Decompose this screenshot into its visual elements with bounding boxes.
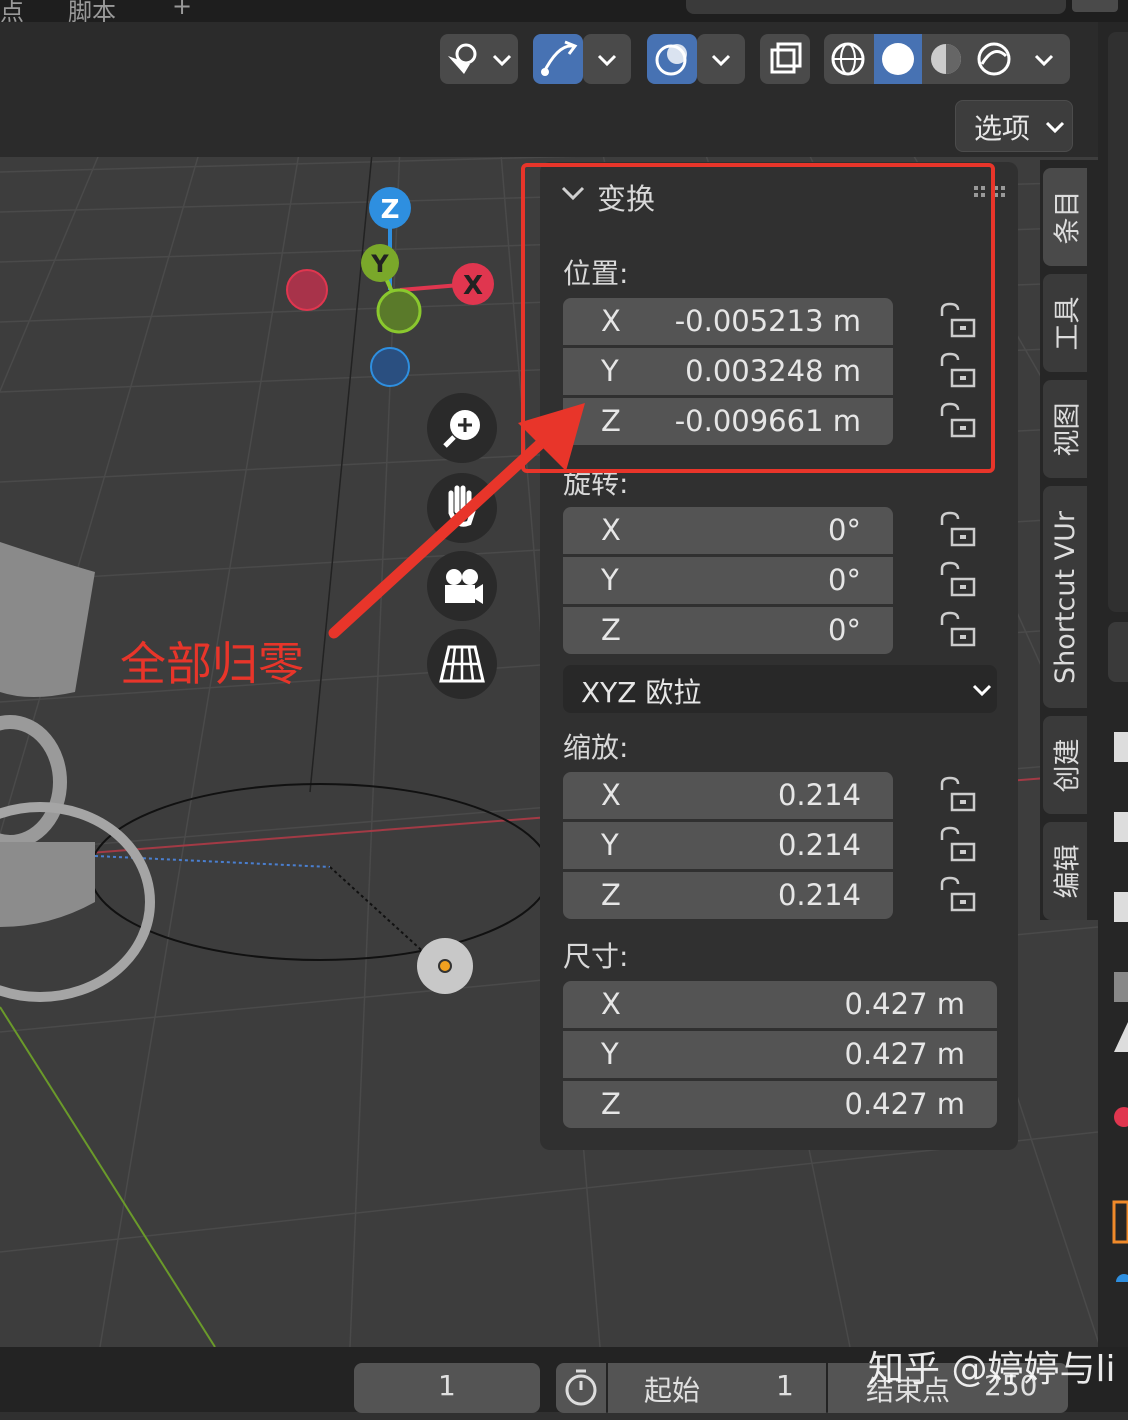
field-value: 0.214: [777, 778, 861, 812]
gizmo-z-label: Z: [381, 195, 400, 225]
rotation-mode-value: XYZ 欧拉: [581, 676, 702, 709]
start-value: 1: [776, 1369, 794, 1402]
chevron-down-icon: [1045, 121, 1065, 134]
axis-label: X: [601, 513, 621, 547]
field-value: 0.214: [777, 828, 861, 862]
field-value: 0.427 m: [844, 987, 966, 1021]
search-field[interactable]: [686, 0, 1066, 14]
scale-label: 缩放:: [563, 731, 629, 764]
tab-item[interactable]: 条目: [1043, 168, 1087, 266]
tab-tool[interactable]: 工具: [1043, 274, 1087, 372]
xray-icon: [770, 42, 802, 74]
gizmo-dropdown[interactable]: [583, 34, 631, 84]
current-frame-value: 1: [438, 1369, 456, 1402]
chevron-down-icon: [972, 684, 992, 697]
material-shading-button[interactable]: [922, 34, 970, 84]
shading-mode-group: [824, 34, 1070, 84]
rotation-x-field[interactable]: X 0°: [563, 507, 893, 554]
options-label: 选项: [974, 112, 1031, 145]
annotation-text: 全部归零: [120, 637, 304, 691]
lock-icon[interactable]: [938, 561, 978, 601]
dimension-y-field[interactable]: Y 0.427 m: [563, 1031, 997, 1078]
start-label: 起始: [644, 1374, 701, 1407]
rotation-z-field[interactable]: Z 0°: [563, 607, 893, 654]
axis-label: X: [601, 778, 621, 812]
rotation-mode-select[interactable]: XYZ 欧拉: [563, 665, 997, 713]
rotation-y-field[interactable]: Y 0°: [563, 557, 893, 604]
axis-label: Y: [601, 1037, 619, 1071]
xray-toggle[interactable]: [760, 34, 810, 84]
overlay-dropdown[interactable]: [697, 34, 745, 84]
navigation-gizmo[interactable]: Z Y X: [280, 180, 510, 400]
stopwatch-icon: [565, 1369, 597, 1406]
field-value: 0°: [828, 513, 861, 547]
axis-label: Z: [601, 878, 621, 912]
axis-label: Y: [601, 828, 619, 862]
annotation-arrow: [328, 403, 585, 639]
chevron-down-icon: [711, 54, 731, 67]
field-value: 0.427 m: [844, 1037, 966, 1071]
top-bar: 点 脚本 +: [0, 0, 1128, 26]
adjacent-panel: [1108, 622, 1128, 682]
toolbar-icons[interactable]: [1110, 722, 1128, 1282]
lock-icon[interactable]: [938, 876, 978, 916]
field-value: 0.427 m: [844, 1087, 966, 1121]
eye-pointer-icon: [448, 43, 512, 74]
tab-label: 编辑: [1052, 844, 1084, 898]
rendered-shading-button[interactable]: [970, 34, 1018, 84]
watermark: 知乎 @婷婷与li: [868, 1349, 1116, 1390]
tab-label: 工具: [1052, 296, 1084, 350]
scale-y-field[interactable]: Y 0.214: [563, 822, 893, 869]
tab-label: 视图: [1052, 402, 1084, 456]
current-frame-field[interactable]: 1: [354, 1363, 540, 1413]
start-frame-field[interactable]: 起始 1: [608, 1363, 826, 1413]
add-workspace-tab[interactable]: +: [172, 0, 192, 20]
auto-keying-button[interactable]: [556, 1363, 606, 1413]
adjacent-panel: [1108, 32, 1128, 612]
chevron-down-icon: [597, 54, 617, 67]
wireframe-shading-button[interactable]: [824, 34, 872, 84]
tab-label: 条目: [1052, 190, 1084, 244]
lock-icon[interactable]: [938, 611, 978, 651]
gizmo-toggle[interactable]: [533, 34, 583, 84]
visibility-toggle[interactable]: [440, 34, 518, 84]
field-value: 0°: [828, 613, 861, 647]
overlay-icon: [655, 44, 687, 76]
overlay-toggle[interactable]: [647, 34, 697, 84]
axis-label: Y: [601, 563, 619, 597]
dimension-x-field[interactable]: X 0.427 m: [563, 981, 997, 1028]
tab-shortcut-vur[interactable]: Shortcut VUr: [1043, 486, 1087, 708]
lock-icon[interactable]: [938, 776, 978, 816]
scale-z-field[interactable]: Z 0.214: [563, 872, 893, 919]
dimension-z-field[interactable]: Z 0.427 m: [563, 1081, 997, 1128]
lock-icon[interactable]: [938, 826, 978, 866]
window-button[interactable]: [1072, 0, 1118, 12]
shading-dropdown[interactable]: [1020, 34, 1070, 84]
solid-shading-button[interactable]: [874, 34, 922, 84]
tab-view[interactable]: 视图: [1043, 380, 1087, 478]
axis-label: X: [601, 987, 621, 1021]
tab-create[interactable]: 创建: [1043, 716, 1087, 814]
dimensions-label: 尺寸:: [563, 940, 629, 973]
scale-x-field[interactable]: X 0.214: [563, 772, 893, 819]
adjacent-editor: [1098, 22, 1128, 1347]
field-value: 0°: [828, 563, 861, 597]
axis-label: Z: [601, 1087, 621, 1121]
field-value: 0.214: [777, 878, 861, 912]
gizmo-y-label: Y: [370, 250, 389, 278]
options-dropdown[interactable]: 选项: [955, 100, 1073, 152]
tab-edit[interactable]: 编辑: [1043, 822, 1087, 920]
lock-icon[interactable]: [938, 511, 978, 551]
tab-label: Shortcut VUr: [1049, 510, 1081, 684]
gizmo-x-label: X: [463, 271, 483, 301]
transform-gizmo-icon: [541, 40, 578, 76]
axis-label: Z: [601, 613, 621, 647]
tab-label: 创建: [1052, 738, 1084, 792]
